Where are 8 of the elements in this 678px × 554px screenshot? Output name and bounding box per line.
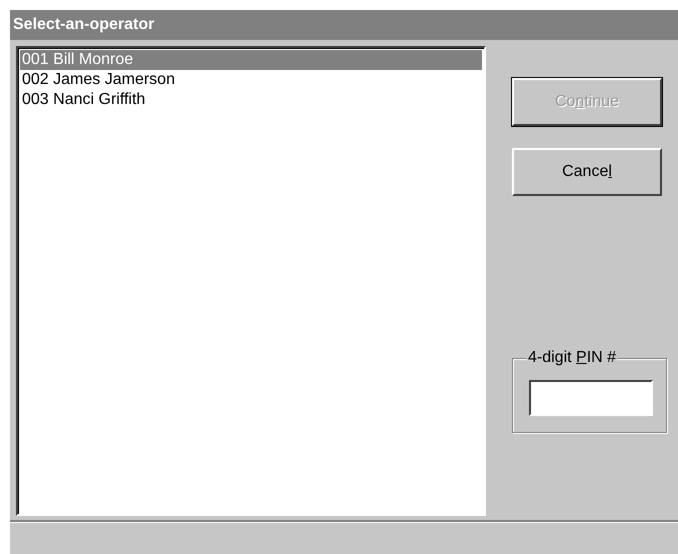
pin-label: 4-digit PIN # — [527, 349, 618, 367]
operator-item[interactable]: 002 James Jamerson — [20, 70, 482, 90]
operator-item[interactable]: 003 Nanci Griffith — [20, 90, 482, 110]
cancel-button[interactable]: Cancel — [512, 148, 662, 196]
operator-item[interactable]: 001 Bill Monroe — [20, 50, 482, 70]
operator-list[interactable]: 001 Bill Monroe 002 James Jamerson 003 Nanci Griffith — [16, 46, 486, 516]
window-title: Select-an-operator — [10, 10, 678, 40]
pin-field[interactable] — [529, 380, 653, 416]
